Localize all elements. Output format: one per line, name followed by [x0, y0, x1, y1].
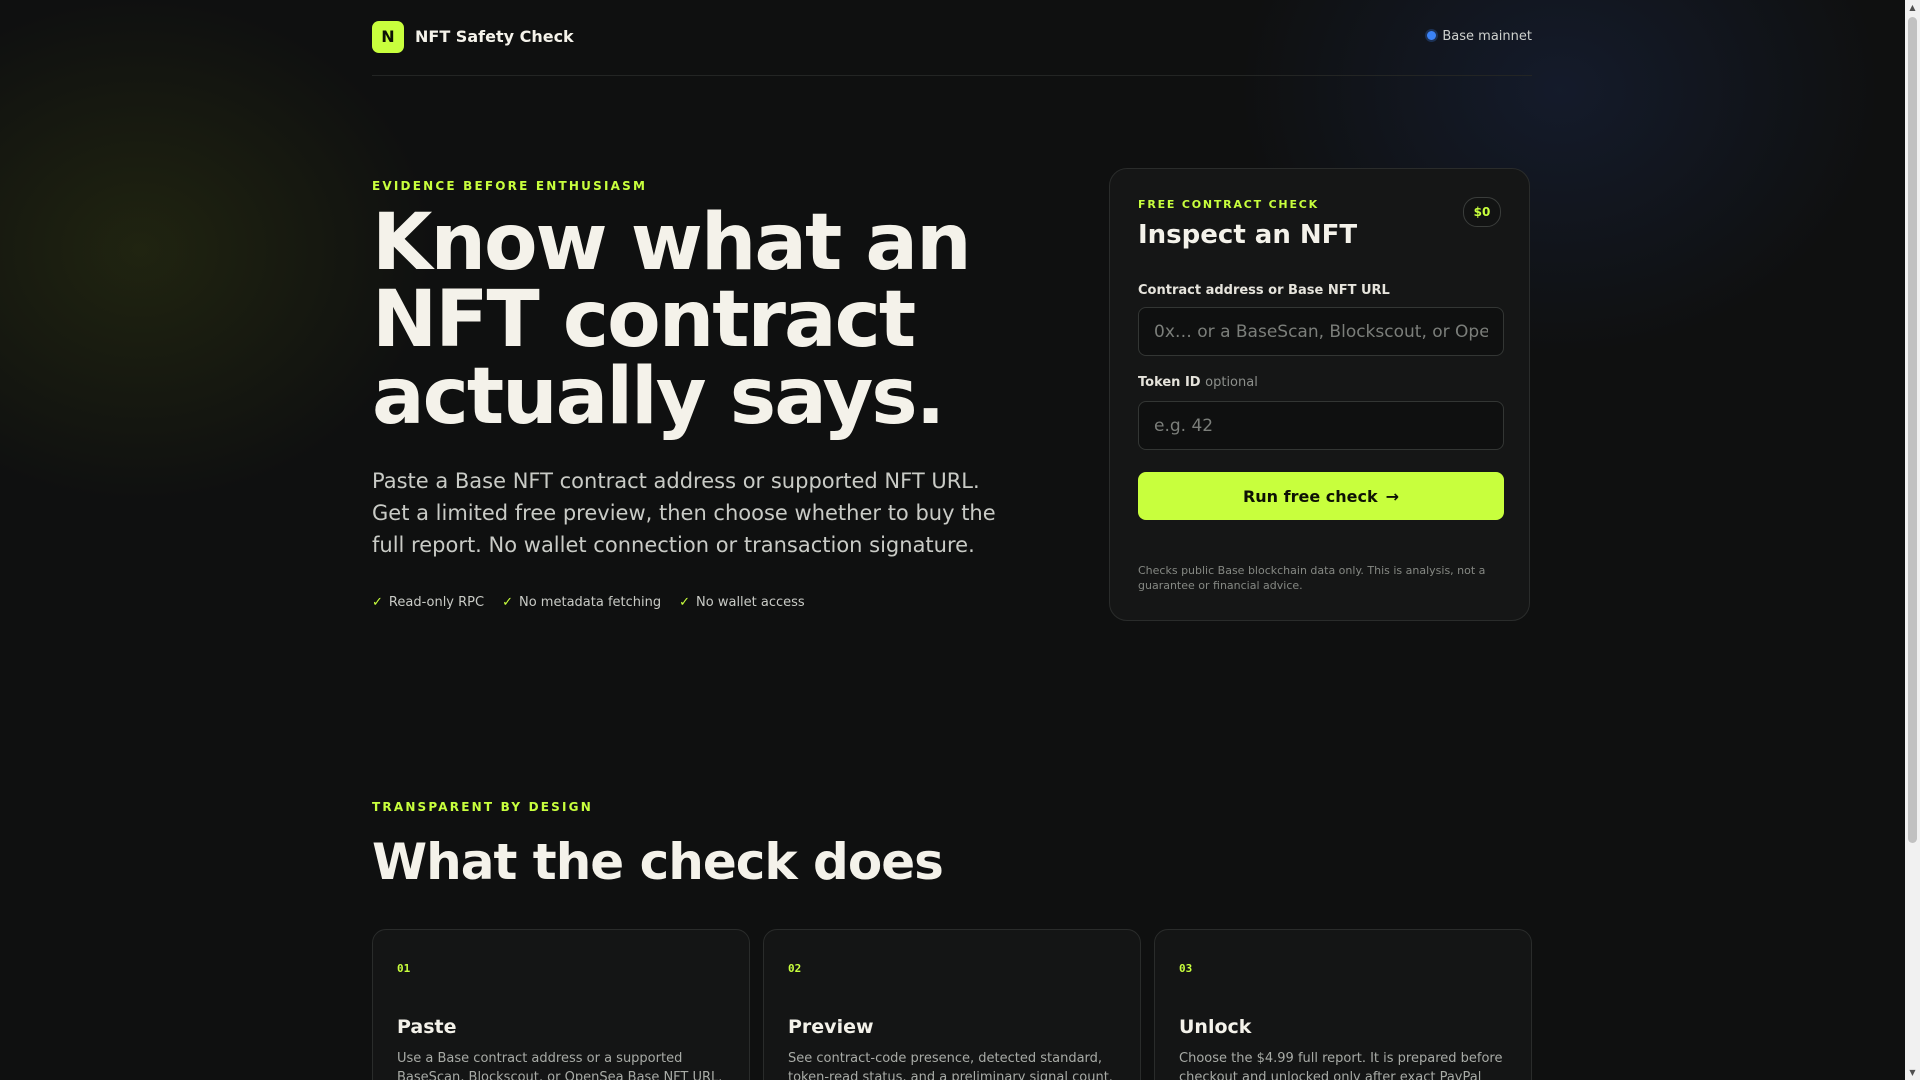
network-indicator: Base mainnet: [1427, 29, 1532, 44]
feature-label: Read-only RPC: [388, 595, 485, 610]
step-card-preview: 02 Preview See contract-code presence, d…: [763, 929, 1141, 1080]
hero-eyebrow: EVIDENCE BEFORE ENTHUSIASM: [372, 179, 648, 193]
check-icon: ✓: [502, 595, 513, 610]
disclaimer-text: Checks public Base blockchain data only.…: [1138, 564, 1486, 592]
token-id-label-text: Token ID: [1138, 375, 1201, 390]
scrollbar-thumb[interactable]: [1908, 17, 1917, 843]
section-eyebrow: TRANSPARENT BY DESIGN: [372, 800, 593, 814]
price-badge: $0: [1463, 197, 1501, 227]
step-description: Choose the $4.99 full report. It is prep…: [1179, 1051, 1503, 1080]
site-header: N NFT Safety Check Base mainnet: [372, 0, 1532, 76]
check-icon: ✓: [679, 595, 691, 610]
hero-subtitle: Paste a Base NFT contract address or sup…: [372, 469, 996, 557]
step-description: Use a Base contract address or a support…: [397, 1051, 723, 1080]
step-title: Paste: [397, 1016, 457, 1038]
page: N NFT Safety Check Base mainnet EVIDENCE…: [0, 0, 1920, 1080]
contract-address-input[interactable]: [1138, 307, 1504, 356]
vertical-scrollbar[interactable]: ▲ ▼: [1905, 0, 1920, 1080]
step-number: 02: [788, 962, 802, 975]
network-label: Base mainnet: [1442, 29, 1532, 44]
button-label: Run free check: [1242, 486, 1378, 506]
inspect-card: FREE CONTRACT CHECK Inspect an NFT $0 Co…: [1109, 168, 1530, 621]
arrow-right-icon: →: [1385, 486, 1400, 506]
step-title: Unlock: [1179, 1016, 1252, 1038]
feature-item: ✓ No wallet access: [679, 595, 805, 610]
address-label: Contract address or Base NFT URL: [1138, 283, 1390, 298]
check-icon: ✓: [372, 595, 383, 610]
step-title: Preview: [788, 1016, 874, 1038]
run-free-check-button[interactable]: Run free check →: [1138, 472, 1504, 520]
feature-item: ✓ No metadata fetching: [502, 595, 661, 610]
scroll-up-arrow-icon[interactable]: ▲: [1905, 0, 1920, 15]
step-description: See contract-code presence, detected sta…: [788, 1051, 1113, 1080]
step-card-paste: 01 Paste Use a Base contract address or …: [372, 929, 750, 1080]
step-card-unlock: 03 Unlock Choose the $4.99 full report. …: [1154, 929, 1532, 1080]
feature-label: No metadata fetching: [519, 595, 662, 610]
token-id-label: Token ID optional: [1138, 375, 1258, 390]
section-title: What the check does: [372, 833, 944, 891]
step-number: 01: [397, 962, 411, 975]
hero-title: Know what an NFT contract actually says.: [372, 198, 972, 442]
feature-item: ✓ Read-only RPC: [372, 595, 484, 610]
scroll-down-arrow-icon[interactable]: ▼: [1905, 1065, 1920, 1080]
feature-label: No wallet access: [696, 595, 805, 610]
feature-list: ✓ Read-only RPC ✓ No metadata fetching ✓ No…: [372, 595, 805, 610]
card-title: Inspect an NFT: [1138, 220, 1358, 250]
optional-tag: optional: [1205, 375, 1258, 390]
step-number: 03: [1179, 962, 1193, 975]
logo-badge[interactable]: N: [372, 21, 404, 53]
network-status-dot-icon: [1427, 31, 1437, 40]
token-id-input[interactable]: [1138, 401, 1504, 450]
card-eyebrow: FREE CONTRACT CHECK: [1138, 198, 1319, 211]
brand-name[interactable]: NFT Safety Check: [415, 27, 574, 46]
